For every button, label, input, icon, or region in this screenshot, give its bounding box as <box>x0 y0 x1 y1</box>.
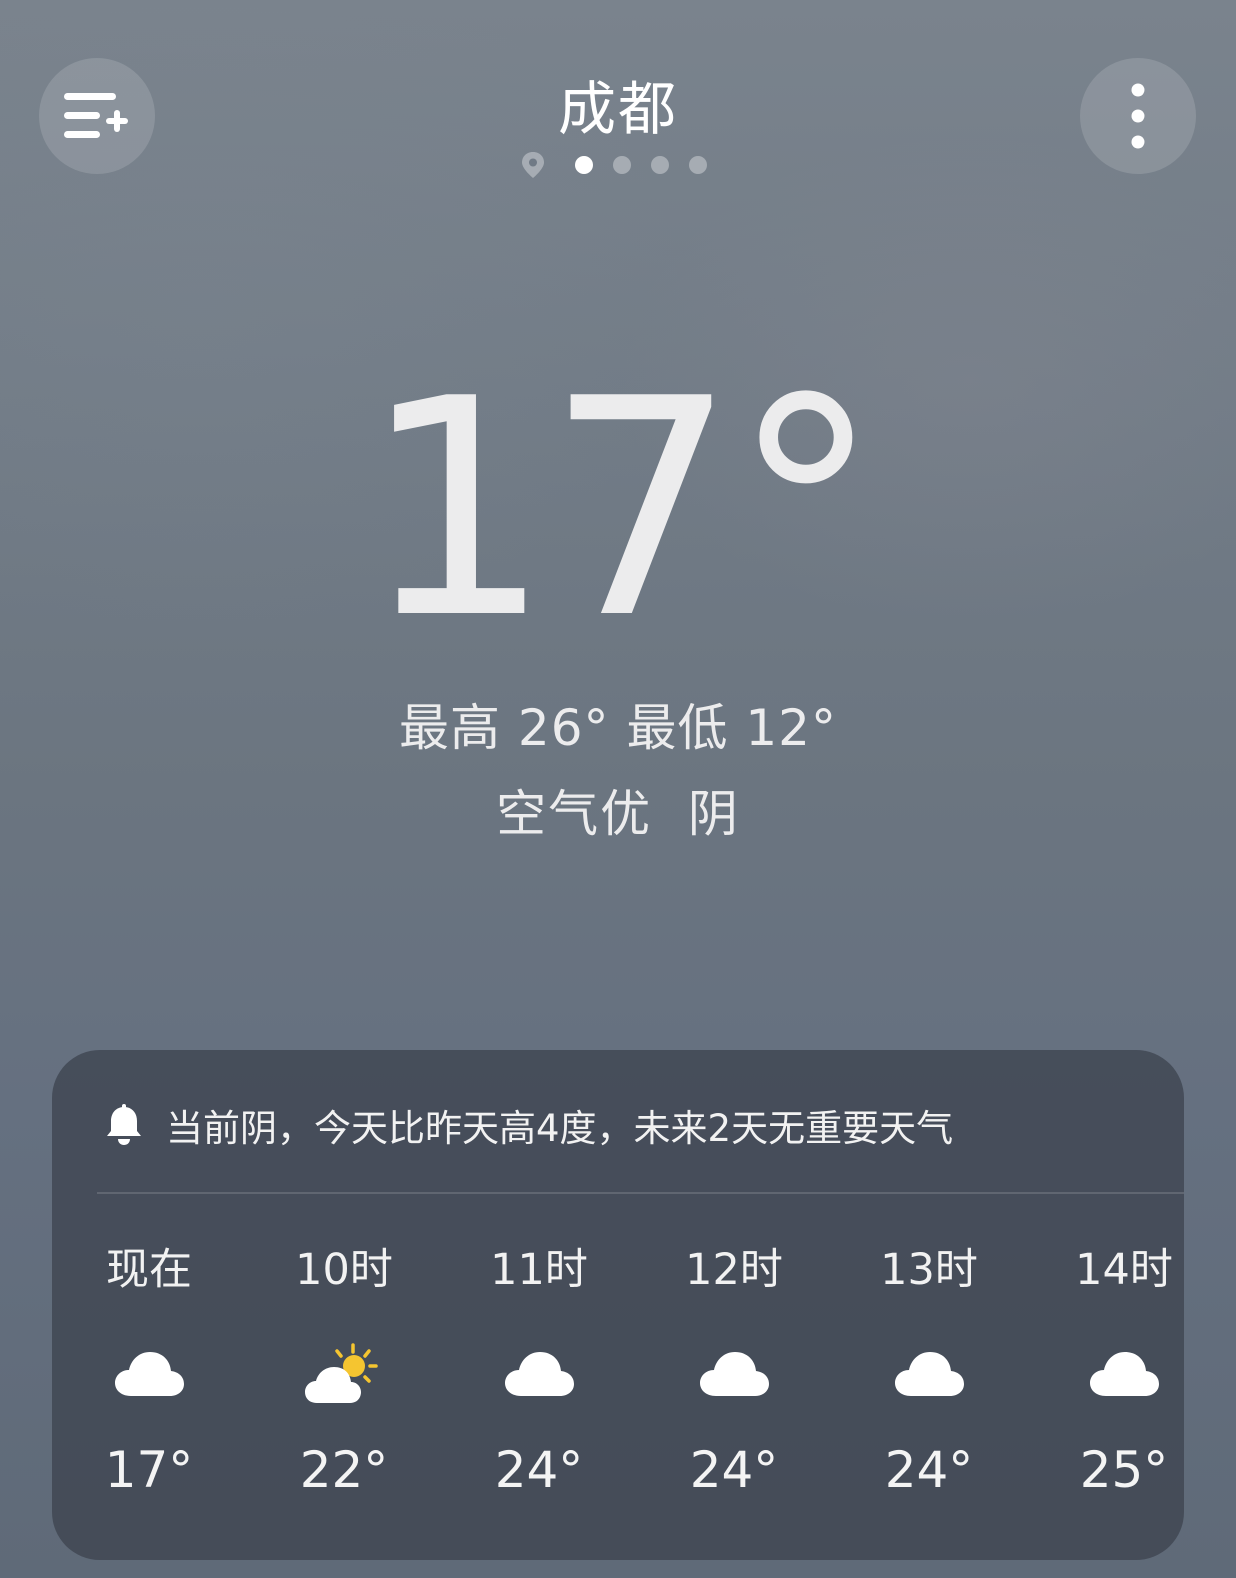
hour-temperature: 24° <box>884 1441 974 1499</box>
bell-icon <box>107 1104 141 1145</box>
weather-alert[interactable]: 当前阴，今天比昨天高4度，未来2天无重要天气 <box>102 1098 953 1152</box>
cloud-icon <box>839 1338 1019 1408</box>
partly-sunny-icon <box>254 1338 434 1408</box>
hour-temperature: 22° <box>299 1441 389 1499</box>
hour-label: 现在 <box>106 1245 192 1295</box>
hour-label: 11时 <box>490 1245 588 1295</box>
hour-label: 14时 <box>1075 1245 1173 1295</box>
hour-label: 10时 <box>295 1245 393 1295</box>
hourly-item[interactable]: 11时 24° <box>449 1240 629 1500</box>
hourly-item[interactable]: 13时 24° <box>839 1240 1019 1500</box>
air-quality-condition: 空气优 阴 <box>496 785 740 843</box>
cloud-icon <box>1034 1338 1184 1408</box>
location-pin-icon <box>522 152 544 178</box>
more-options-button[interactable] <box>1080 58 1196 174</box>
more-vertical-icon <box>1131 83 1145 149</box>
divider <box>97 1192 1184 1194</box>
cloud-icon <box>59 1338 239 1408</box>
hour-label: 13时 <box>880 1245 978 1295</box>
page-dot-active[interactable] <box>575 156 593 174</box>
city-name: 成都 <box>557 75 678 143</box>
hourly-item[interactable]: 12时 24° <box>644 1240 824 1500</box>
temperature-range: 最高 26° 最低 12° <box>399 699 837 757</box>
alert-text: 当前阴，今天比昨天高4度，未来2天无重要天气 <box>166 1107 954 1150</box>
hour-label: 12时 <box>685 1245 783 1295</box>
hourly-item[interactable]: 14时 25° <box>1034 1240 1184 1500</box>
hour-temperature: 25° <box>1079 1441 1169 1499</box>
hour-temperature: 24° <box>494 1441 584 1499</box>
hourly-item[interactable]: 10时 22° <box>254 1240 434 1500</box>
page-dot[interactable] <box>689 156 707 174</box>
current-temperature: 17° <box>361 335 881 684</box>
page-dot[interactable] <box>651 156 669 174</box>
hourly-forecast[interactable]: 现在 17° 10时 22° 11时 24° 12时 24° 13时 24° 14时 25° <box>52 1240 1184 1540</box>
page-dot[interactable] <box>613 156 631 174</box>
hourly-item[interactable]: 现在 17° <box>59 1240 239 1500</box>
page-indicator <box>0 150 1236 180</box>
forecast-card[interactable]: 当前阴，今天比昨天高4度，未来2天无重要天气 现在 17° 10时 22° 11时 24°… <box>52 1050 1184 1560</box>
hour-temperature: 24° <box>689 1441 779 1499</box>
cloud-icon <box>449 1338 629 1408</box>
hour-temperature: 17° <box>104 1441 194 1499</box>
cloud-icon <box>644 1338 824 1408</box>
